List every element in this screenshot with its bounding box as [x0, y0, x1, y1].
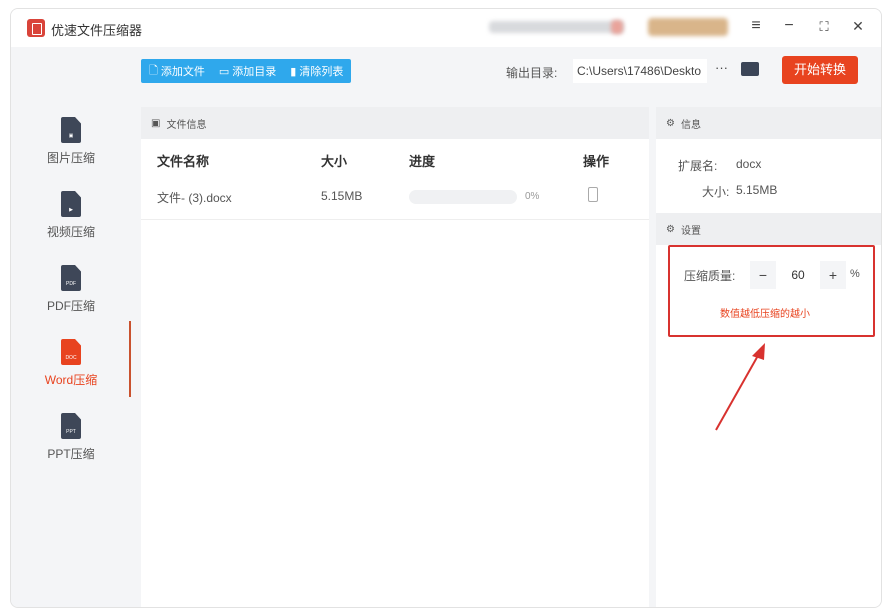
annotation-arrow: [715, 343, 765, 431]
